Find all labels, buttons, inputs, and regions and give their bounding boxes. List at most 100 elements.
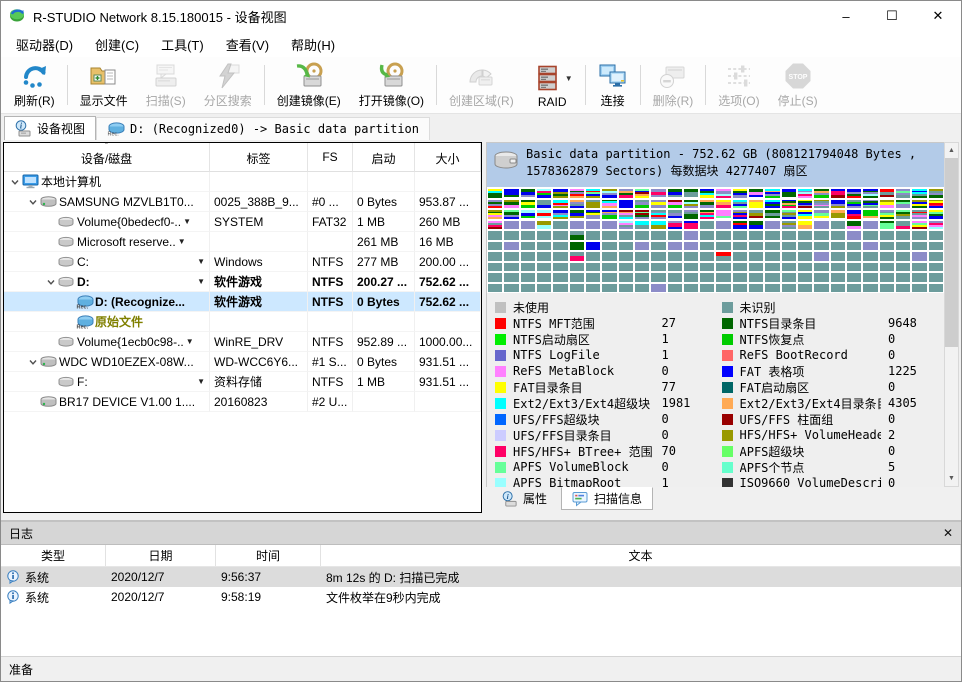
log-column-header-3[interactable]: 文本 [321, 545, 961, 566]
tree-row[interactable]: 本地计算机 [4, 172, 481, 192]
legend-swatch [722, 398, 733, 409]
scan-block [847, 221, 861, 230]
tree-column-header-2[interactable]: FS [308, 143, 353, 172]
scan-block [765, 221, 779, 230]
scrollbar-down-arrow[interactable]: ▼ [945, 471, 958, 486]
legend-count: 27 [662, 316, 712, 330]
tab-scan-information[interactable]: 扫描信息 [561, 487, 653, 510]
device-label: 软件游戏 [210, 272, 308, 292]
row-dropdown-arrow[interactable]: ▼ [183, 217, 191, 226]
tree-row[interactable]: SAMSUNG MZVLB1T0...0025_388B_9...#0 ...0… [4, 192, 481, 212]
legend-item: UFS/FFS目录条目0 [495, 427, 712, 443]
row-dropdown-arrow[interactable]: ▼ [178, 237, 186, 246]
toolbar-separator [705, 65, 706, 105]
scan-block [929, 189, 943, 198]
menu-item-tools[interactable]: 工具(T) [150, 31, 215, 58]
tree-row[interactable]: D:▼软件游戏NTFS200.27 ...752.62 ... [4, 272, 481, 292]
tab-properties[interactable]: i属性 [492, 487, 557, 510]
log-time: 9:56:37 [216, 567, 321, 587]
scan-block [553, 284, 567, 293]
scan-block [635, 221, 649, 230]
raid-button[interactable]: ▼RAID [523, 57, 582, 113]
scan-block [880, 221, 894, 230]
legend-item: HFS/HFS+ VolumeHeader2 [722, 427, 939, 443]
maximize-button[interactable]: ☐ [869, 1, 915, 31]
row-dropdown-arrow[interactable]: ▼ [186, 337, 194, 346]
tree-row[interactable]: BR17 DEVICE V1.00 1....20160823#2 U... [4, 392, 481, 412]
expander-icon[interactable] [44, 277, 58, 287]
menu-item-create[interactable]: 创建(C) [84, 31, 150, 58]
scan-block [765, 284, 779, 293]
tree-column-header-3[interactable]: 启动 [353, 143, 415, 172]
scrollbar-up-arrow[interactable]: ▲ [945, 143, 958, 158]
scan-block [700, 263, 714, 272]
close-button[interactable]: ✕ [915, 1, 961, 31]
row-dropdown-arrow[interactable]: ▼ [197, 257, 205, 266]
create-image-button[interactable]: 创建镜像(E) [268, 57, 350, 113]
tree-column-header-4[interactable]: 大小 [415, 143, 481, 172]
info-icon [6, 590, 20, 604]
device-boot [353, 172, 415, 192]
tree-row[interactable]: Volume{0bedecf0-..▼SYSTEMFAT321 MB260 MB [4, 212, 481, 232]
tree-row[interactable]: F:▼资料存储NTFS1 MB931.51 ... [4, 372, 481, 392]
log-close-icon[interactable]: ✕ [943, 526, 953, 540]
scan-button: 扫描(S) [137, 57, 195, 113]
row-dropdown-arrow[interactable]: ▼ [197, 377, 205, 386]
device-name: BR17 DEVICE V1.00 1.... [59, 395, 195, 409]
tab-device-view[interactable]: i设备视图 [4, 116, 96, 140]
menu-item-help[interactable]: 帮助(H) [280, 31, 346, 58]
row-dropdown-arrow[interactable]: ▼ [197, 277, 205, 286]
device-label [210, 232, 308, 252]
scan-block [847, 200, 861, 209]
menu-item-view[interactable]: 查看(V) [215, 31, 280, 58]
menu-item-drive[interactable]: 驱动器(D) [5, 31, 84, 58]
tab-recognized-partition[interactable]: Rec.D: (Recognized0) -> Basic data parti… [96, 117, 430, 140]
scan-block-map[interactable] [487, 187, 944, 293]
open-image-button[interactable]: 打开镜像(O) [350, 57, 433, 113]
raid-dropdown-arrow[interactable]: ▼ [565, 74, 573, 83]
connect-button[interactable]: 连接 [589, 57, 637, 113]
expander-icon[interactable] [26, 357, 40, 367]
scan-block [929, 221, 943, 230]
scrollbar-thumb[interactable] [945, 158, 958, 347]
tab-label: 扫描信息 [594, 490, 642, 507]
disk-icon [40, 195, 59, 208]
log-column-header-0[interactable]: 类型 [1, 545, 106, 566]
minimize-button[interactable]: – [823, 1, 869, 31]
disk-icon [40, 395, 59, 408]
scan-block [602, 210, 616, 219]
scan-block [619, 200, 633, 209]
tree-row[interactable]: C:▼WindowsNTFS277 MB200.00 ... [4, 252, 481, 272]
scan-block [733, 221, 747, 230]
scan-block [488, 210, 502, 219]
scan-block [619, 284, 633, 293]
scan-block [765, 252, 779, 261]
delete-icon [658, 61, 688, 91]
tree-row[interactable]: Rec.原始文件 [4, 312, 481, 332]
show-files-button[interactable]: 显示文件 [71, 57, 137, 113]
scan-block [896, 221, 910, 230]
log-column-header-2[interactable]: 时间 [216, 545, 321, 566]
log-row[interactable]: 系统2020/12/79:58:19文件枚举在9秒内完成 [1, 587, 961, 607]
device-fs [308, 312, 353, 332]
device-size: 260 MB [415, 212, 481, 232]
tree-row[interactable]: Rec.D: (Recognize...软件游戏NTFS0 Bytes752.6… [4, 292, 481, 312]
expander-icon[interactable] [26, 197, 40, 207]
device-size [415, 312, 481, 332]
tree-column-header-1[interactable]: 标签 [210, 143, 308, 172]
scan-block [765, 242, 779, 251]
scan-block [896, 200, 910, 209]
tree-column-header-0[interactable]: ˆ设备/磁盘 [4, 143, 210, 172]
legend-swatch [495, 302, 506, 313]
log-column-header-1[interactable]: 日期 [106, 545, 216, 566]
tree-row[interactable]: Microsoft reserve..▼261 MB16 MB [4, 232, 481, 252]
device-fs: #1 S... [308, 352, 353, 372]
refresh-button[interactable]: 刷新(R) [5, 57, 64, 113]
tree-row[interactable]: WDC WD10EZEX-08W...WD-WCC6Y6...#1 S...0 … [4, 352, 481, 372]
scan-block [880, 242, 894, 251]
expander-icon[interactable] [8, 177, 22, 187]
log-row[interactable]: 系统2020/12/79:56:378m 12s 的 D: 扫描已完成 [1, 567, 961, 587]
tree-row[interactable]: Volume{1ecb0c98-..▼WinRE_DRVNTFS952.89 .… [4, 332, 481, 352]
scan-block [684, 231, 698, 240]
scan-panel-scrollbar[interactable]: ▲ ▼ [944, 142, 959, 487]
